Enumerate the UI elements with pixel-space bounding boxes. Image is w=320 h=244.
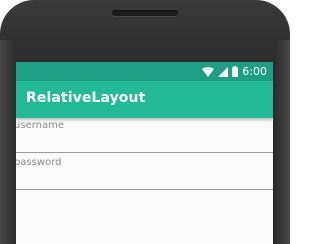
app-title: RelativeLayout xyxy=(26,90,146,106)
bezel-right xyxy=(274,40,290,244)
username-input[interactable] xyxy=(16,136,273,153)
username-label: username xyxy=(16,120,64,131)
password-label: password xyxy=(16,157,62,168)
status-time: 6:00 xyxy=(242,65,267,78)
battery-icon xyxy=(232,66,239,77)
status-icons: 6:00 xyxy=(202,64,267,79)
status-bar: 6:00 xyxy=(16,62,273,81)
bezel-left xyxy=(0,40,16,244)
earpiece-speaker xyxy=(112,10,178,16)
relative-layout-content: username password xyxy=(16,118,273,244)
device-frame: 6:00 RelativeLayout username password xyxy=(0,0,290,244)
signal-icon xyxy=(218,66,229,77)
phone-screen: 6:00 RelativeLayout username password xyxy=(16,62,273,244)
password-input[interactable] xyxy=(16,173,273,190)
app-toolbar: RelativeLayout xyxy=(16,81,273,118)
wifi-icon xyxy=(202,66,215,77)
